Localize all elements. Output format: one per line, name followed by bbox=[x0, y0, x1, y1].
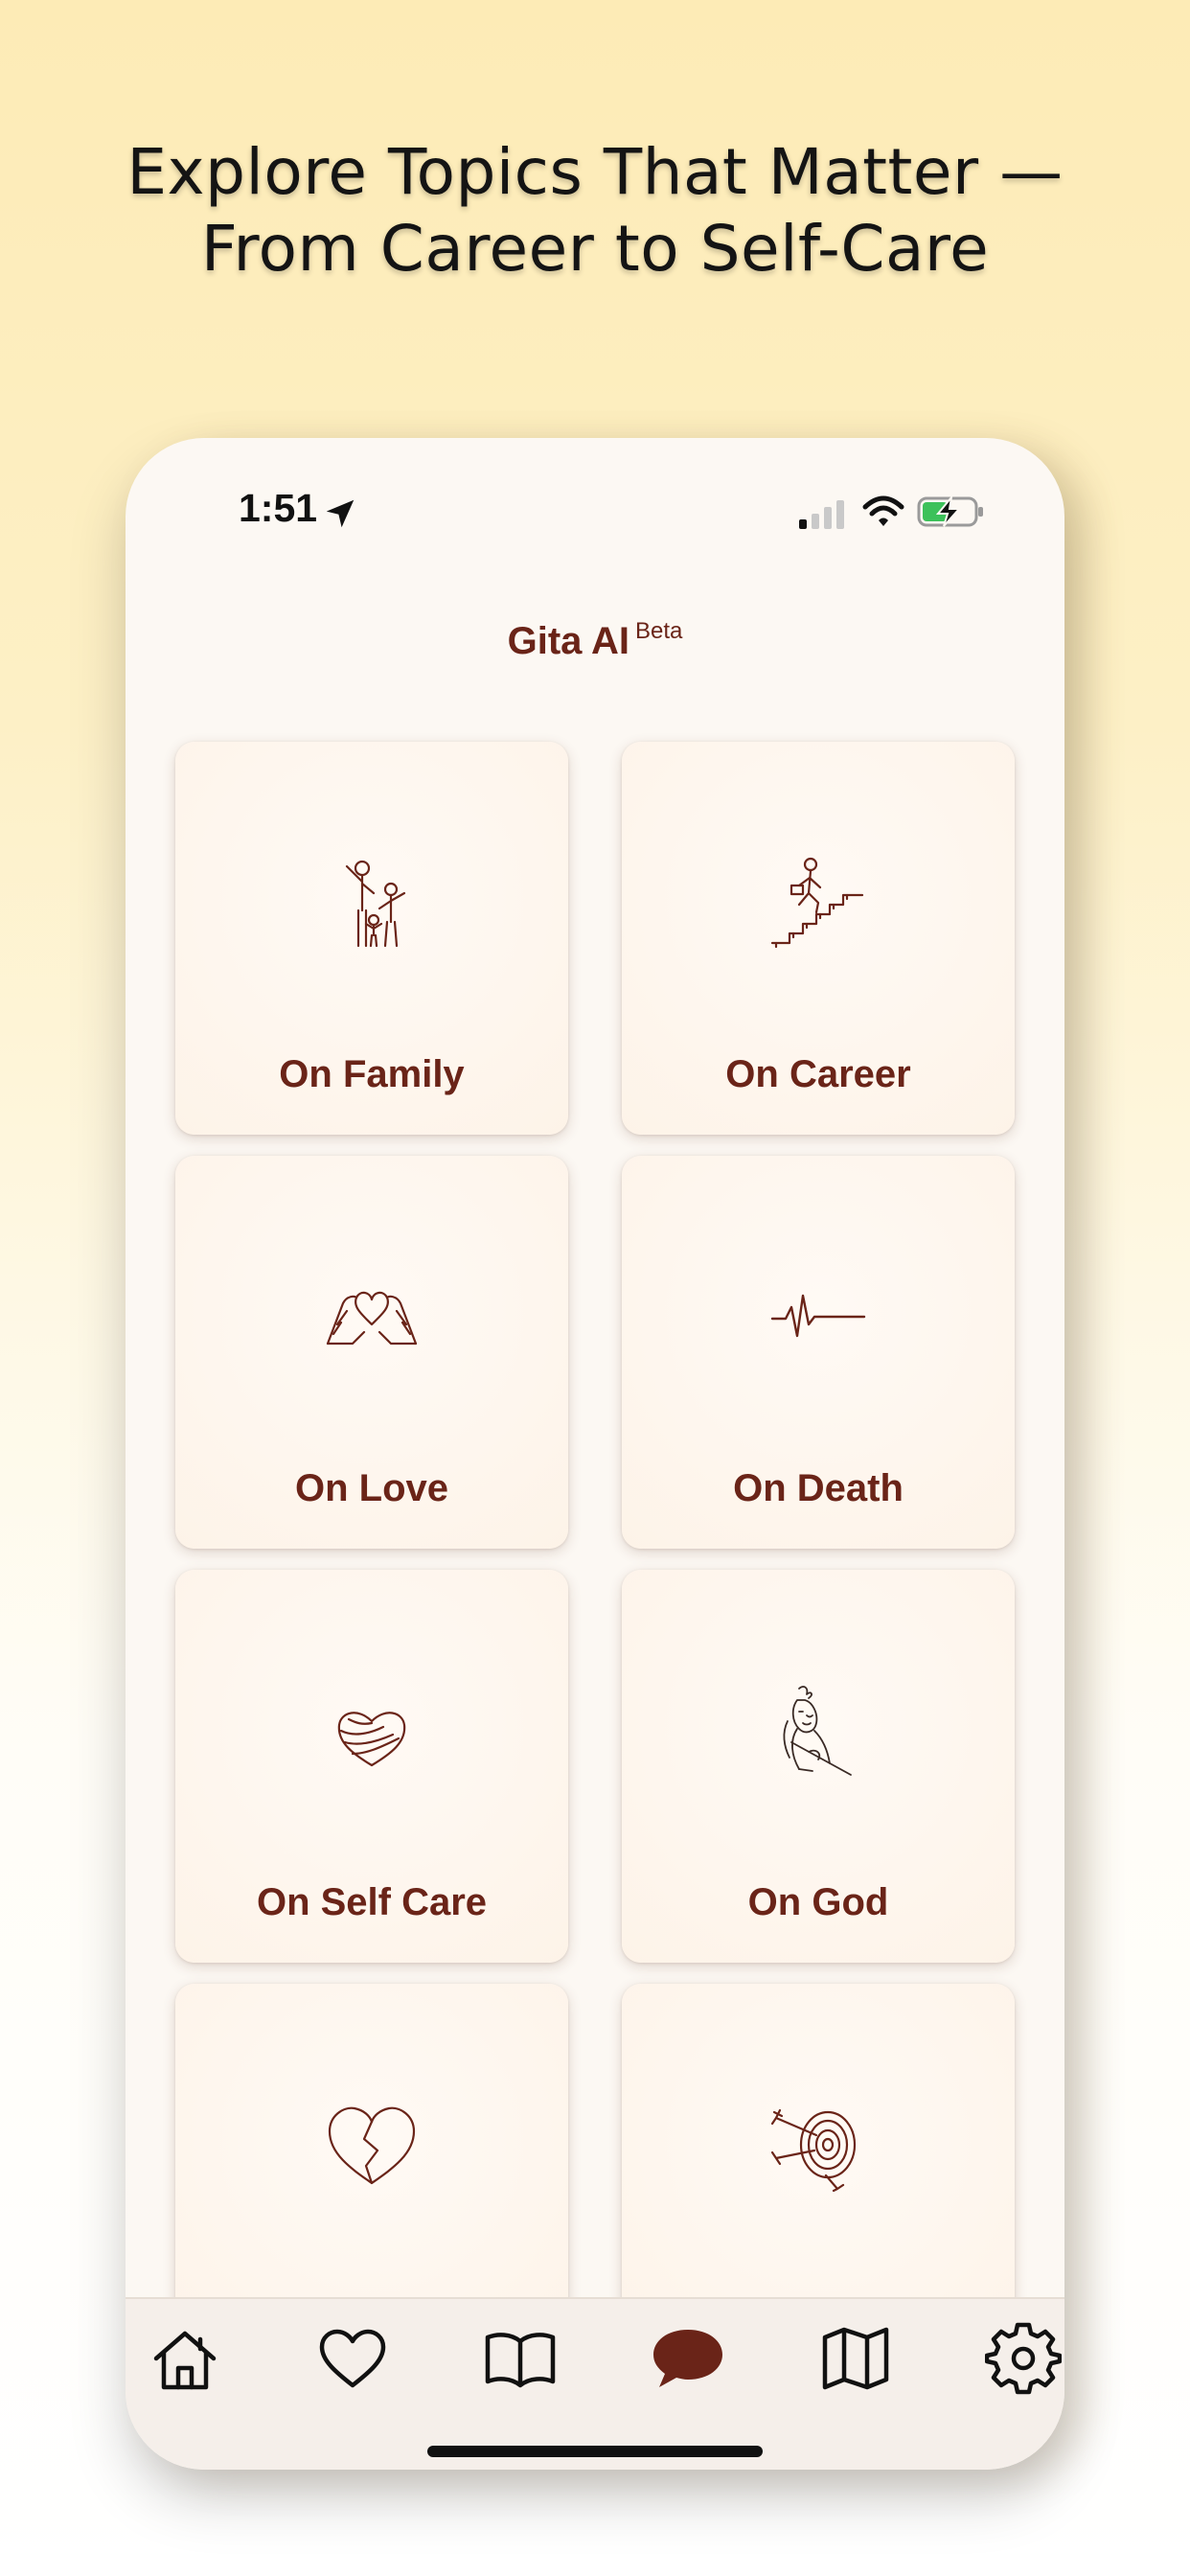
headline-line-1: Explore Topics That Matter — bbox=[126, 135, 1064, 209]
tab-read[interactable] bbox=[482, 2320, 559, 2397]
career-stairs-icon bbox=[770, 857, 864, 949]
map-icon bbox=[822, 2327, 889, 2390]
topic-card-career[interactable]: On Career bbox=[622, 742, 1015, 1135]
chat-bubble-icon bbox=[653, 2330, 722, 2387]
status-time: 1:51 bbox=[239, 486, 318, 530]
status-bar: 1:51 bbox=[126, 438, 1064, 591]
cellular-signal-icon bbox=[799, 500, 844, 529]
app-name: Gita AI bbox=[507, 620, 630, 662]
target-arrows-icon bbox=[770, 2108, 857, 2193]
location-arrow-icon bbox=[326, 499, 355, 528]
book-icon bbox=[485, 2333, 556, 2388]
heartbeat-line-icon bbox=[770, 1294, 866, 1338]
topic-card-family[interactable]: On Family bbox=[175, 742, 568, 1135]
family-icon bbox=[345, 860, 406, 948]
topic-card-self-care[interactable]: On Self Care bbox=[175, 1570, 568, 1963]
krishna-icon bbox=[783, 1686, 852, 1776]
tab-home[interactable] bbox=[147, 2320, 223, 2397]
topic-label-love: On Love bbox=[294, 1467, 449, 1509]
gear-icon bbox=[984, 2322, 1063, 2395]
home-indicator[interactable] bbox=[427, 2446, 763, 2457]
topic-label-god: On God bbox=[747, 1881, 889, 1923]
tab-favorites[interactable] bbox=[314, 2320, 391, 2397]
battery-charging-icon bbox=[917, 494, 983, 527]
wifi-icon bbox=[862, 495, 904, 526]
tab-settings[interactable] bbox=[984, 2320, 1063, 2397]
phone-screen: 1:51 Gita AI Beta On Family On Career On… bbox=[126, 438, 1064, 2470]
topic-label-self-care: On Self Care bbox=[256, 1881, 488, 1923]
beta-badge: Beta bbox=[635, 618, 683, 644]
tab-map[interactable] bbox=[817, 2320, 894, 2397]
topic-card-god[interactable]: On God bbox=[622, 1570, 1015, 1963]
broken-heart-icon bbox=[328, 2106, 416, 2185]
home-icon bbox=[153, 2331, 217, 2390]
headline-line-2: From Career to Self-Care bbox=[200, 212, 990, 286]
topic-card-love[interactable]: On Love bbox=[175, 1156, 568, 1549]
topic-card-death[interactable]: On Death bbox=[622, 1156, 1015, 1549]
topic-label-family: On Family bbox=[279, 1053, 465, 1095]
self-hug-heart-icon bbox=[337, 1712, 406, 1767]
headline: Explore Topics That Matter — From Career… bbox=[0, 134, 1190, 288]
tab-chat[interactable] bbox=[650, 2320, 726, 2397]
topic-label-death: On Death bbox=[733, 1467, 904, 1509]
heart-hands-icon bbox=[326, 1291, 418, 1346]
tab-bar bbox=[126, 2297, 1064, 2470]
heart-icon bbox=[319, 2329, 386, 2388]
topic-label-career: On Career bbox=[725, 1053, 911, 1095]
app-title: Gita AI Beta bbox=[126, 618, 1064, 663]
